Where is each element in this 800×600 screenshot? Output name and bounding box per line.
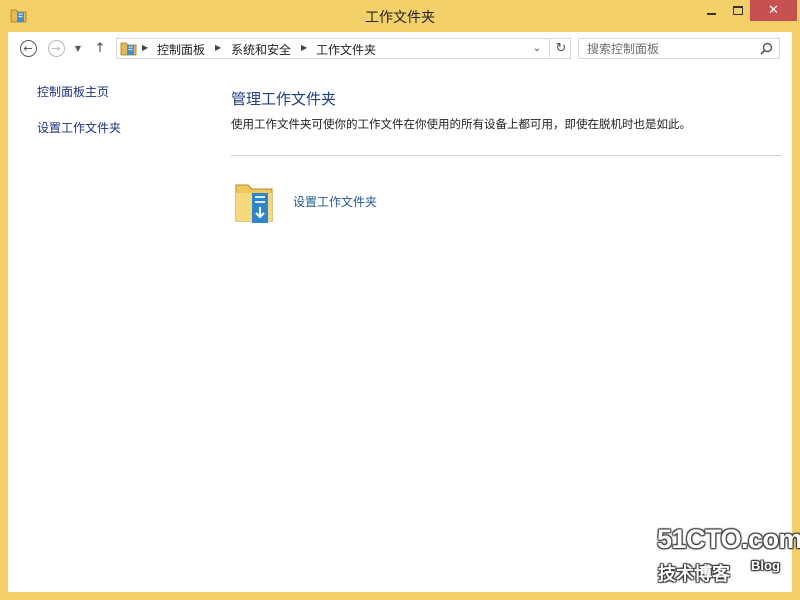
window-frame: 工作文件夹 ✕ ← → ▼ ↑ ▶ 控制面板 ▶ 系统和安全 ▶ 工作文件夹 ⌄… [0,0,800,600]
watermark-tagline: 技术博客 [658,564,730,585]
minimize-icon [707,12,716,15]
forward-arrow-icon: → [47,39,65,57]
breadcrumb-separator-icon[interactable]: ▶ [142,43,148,52]
breadcrumb-work-folders[interactable]: 工作文件夹 [316,41,376,58]
maximize-button[interactable] [724,0,751,21]
search-input[interactable] [587,40,747,57]
address-bar[interactable]: ▶ 控制面板 ▶ 系统和安全 ▶ 工作文件夹 ⌄ ↻ [116,38,571,59]
window-title: 工作文件夹 [365,10,435,26]
breadcrumb-system-security[interactable]: 系统和安全 [231,41,291,58]
page-description: 使用工作文件夹可使你的工作文件在你使用的所有设备上都可用，即使在脱机时也是如此。 [231,117,691,131]
navigation-bar: ← → ▼ ↑ ▶ 控制面板 ▶ 系统和安全 ▶ 工作文件夹 ⌄ ↻ 搜索控制面… [8,32,792,64]
back-arrow-icon: ← [19,39,37,57]
search-box[interactable] [578,38,780,59]
divider [231,155,781,156]
chevron-down-icon: ▼ [74,43,82,53]
close-icon: ✕ [768,3,779,18]
watermark-site: 51CTO.com [657,524,800,554]
minimize-button[interactable] [698,0,725,21]
up-arrow-icon: ↑ [94,40,106,56]
maximize-icon [732,6,743,15]
up-button[interactable]: ↑ [92,38,108,58]
title-bar[interactable]: 工作文件夹 ✕ [0,0,800,32]
task-pane: 控制面板主页 设置工作文件夹 [8,64,218,592]
watermark-blog: Blog [751,558,780,573]
close-button[interactable]: ✕ [750,0,797,21]
setup-work-folders-link[interactable]: 设置工作文件夹 [293,193,377,210]
explorer-client: ← → ▼ ↑ ▶ 控制面板 ▶ 系统和安全 ▶ 工作文件夹 ⌄ ↻ 搜索控制面… [8,32,792,592]
watermark: 51CTO.com 技术博客 Blog [657,524,800,586]
control-panel-folder-icon [120,42,137,56]
work-folders-large-icon[interactable] [234,177,276,225]
search-icon[interactable] [760,42,773,55]
back-button[interactable]: ← [18,38,38,58]
sidebar-item-setup-work-folders[interactable]: 设置工作文件夹 [37,119,121,136]
refresh-button[interactable]: ↻ [549,38,572,59]
address-dropdown-icon[interactable]: ⌄ [530,43,544,55]
forward-button[interactable]: → [46,38,66,58]
sidebar-item-control-panel-home[interactable]: 控制面板主页 [37,83,109,100]
breadcrumb-control-panel[interactable]: 控制面板 [157,41,205,58]
recent-locations-button[interactable]: ▼ [71,38,85,58]
breadcrumb-separator-icon[interactable]: ▶ [301,43,307,52]
page-title: 管理工作文件夹 [231,90,337,108]
breadcrumb-separator-icon[interactable]: ▶ [215,43,221,52]
refresh-icon: ↻ [555,41,567,56]
content-area: 管理工作文件夹 使用工作文件夹可使你的工作文件在你使用的所有设备上都可用，即使在… [231,64,782,592]
